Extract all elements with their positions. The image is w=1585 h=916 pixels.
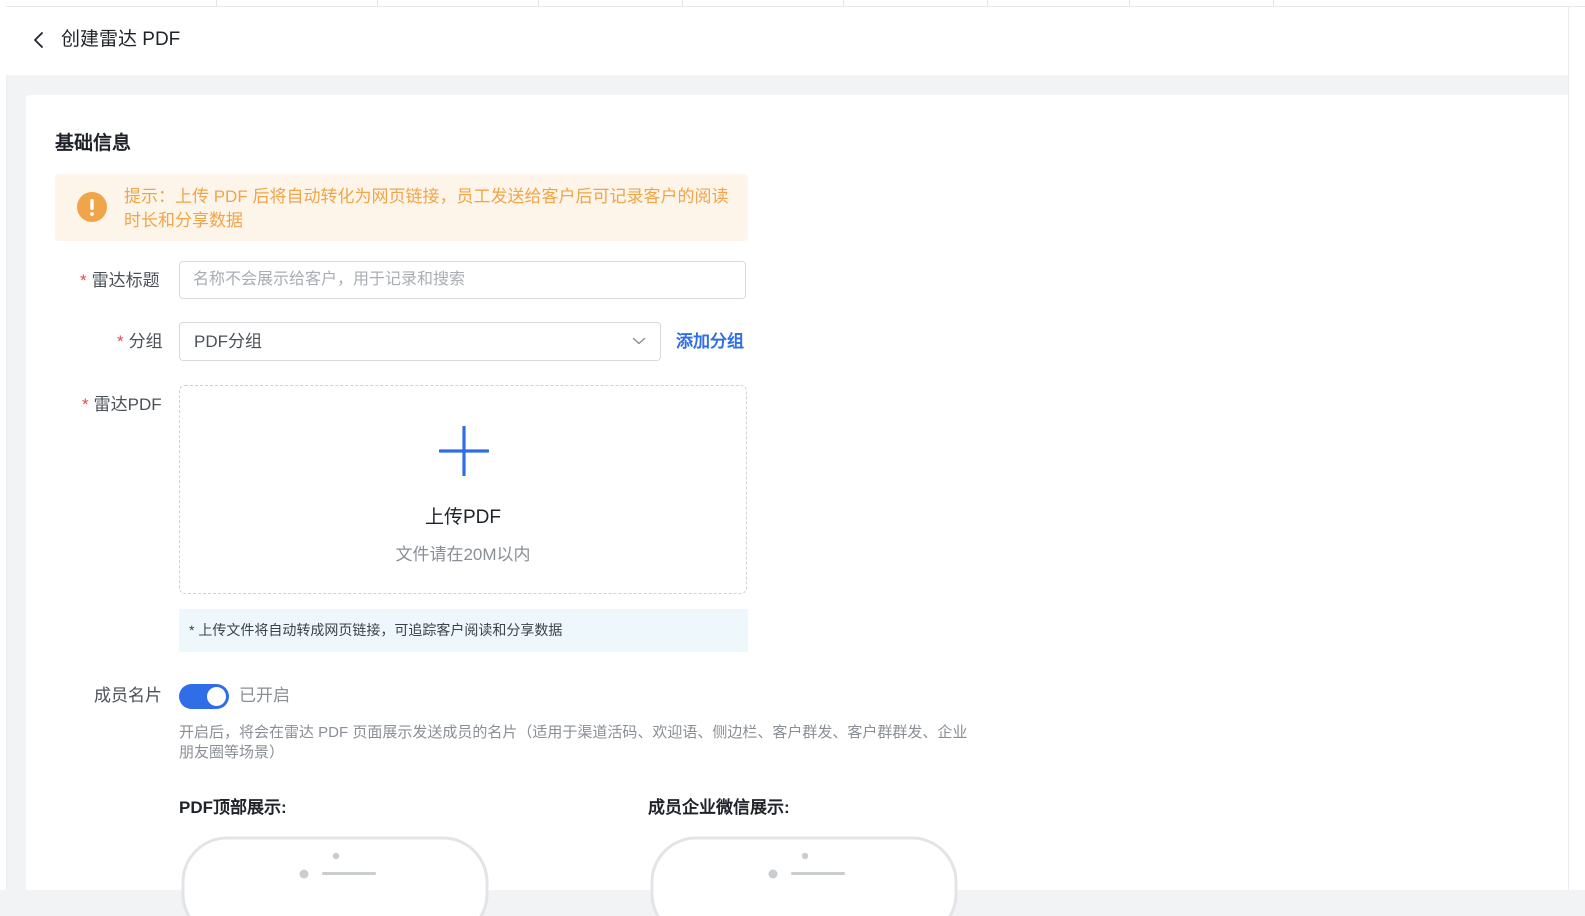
back-arrow-icon[interactable] [28,29,50,51]
add-group-link[interactable]: 添加分组 [676,330,744,354]
phone-preview-top [181,836,489,916]
member-card-toggle[interactable] [179,684,229,709]
plus-icon [439,426,489,476]
tip-alert: 提示：上传 PDF 后将自动转化为网页链接，员工发送给客户后可记录客户的阅读时长… [55,174,748,241]
radar-pdf-label: * 雷达PDF [82,393,162,417]
right-edge [1568,7,1585,890]
phone-preview-wechat [650,836,958,916]
required-mark: * [117,332,124,351]
group-select[interactable]: PDF分组 [179,322,661,361]
group-label-text: 分组 [128,332,163,351]
member-card-status: 已开启 [239,686,290,705]
section-title: 基础信息 [55,133,132,154]
group-select-value: PDF分组 [194,332,262,351]
upload-note: * 上传文件将自动转成网页链接，可追踪客户阅读和分享数据 [179,609,748,652]
pdf-upload-area[interactable]: 上传PDF 文件请在20M以内 [179,385,747,594]
group-label: * 分组 [117,330,163,354]
upload-hint: 文件请在20M以内 [395,545,531,564]
upload-label: 上传PDF [424,507,501,528]
tip-text: 提示：上传 PDF 后将自动转化为网页链接，员工发送给客户后可记录客户的阅读时长… [124,187,729,230]
radar-title-label-text: 雷达标题 [91,271,160,290]
radar-title-input[interactable] [179,261,746,299]
page-title: 创建雷达 PDF [61,29,181,50]
top-tab-strip [0,0,1585,7]
pdf-top-preview-title: PDF顶部展示: [179,798,287,817]
required-mark: * [80,271,87,290]
wechat-preview-title: 成员企业微信展示: [648,798,790,817]
required-mark: * [82,395,89,414]
radar-title-label: * 雷达标题 [80,269,160,293]
member-card-label: 成员名片 [94,686,162,705]
member-card-help: 开启后，将会在雷达 PDF 页面展示发送成员的名片（适用于渠道活码、欢迎语、侧边… [179,724,968,761]
left-edge [0,6,7,890]
radar-pdf-label-text: 雷达PDF [93,395,162,414]
chevron-down-icon [632,337,646,345]
warning-icon [77,192,107,222]
toggle-knob [207,687,226,706]
page-header: 创建雷达 PDF [6,7,1568,75]
